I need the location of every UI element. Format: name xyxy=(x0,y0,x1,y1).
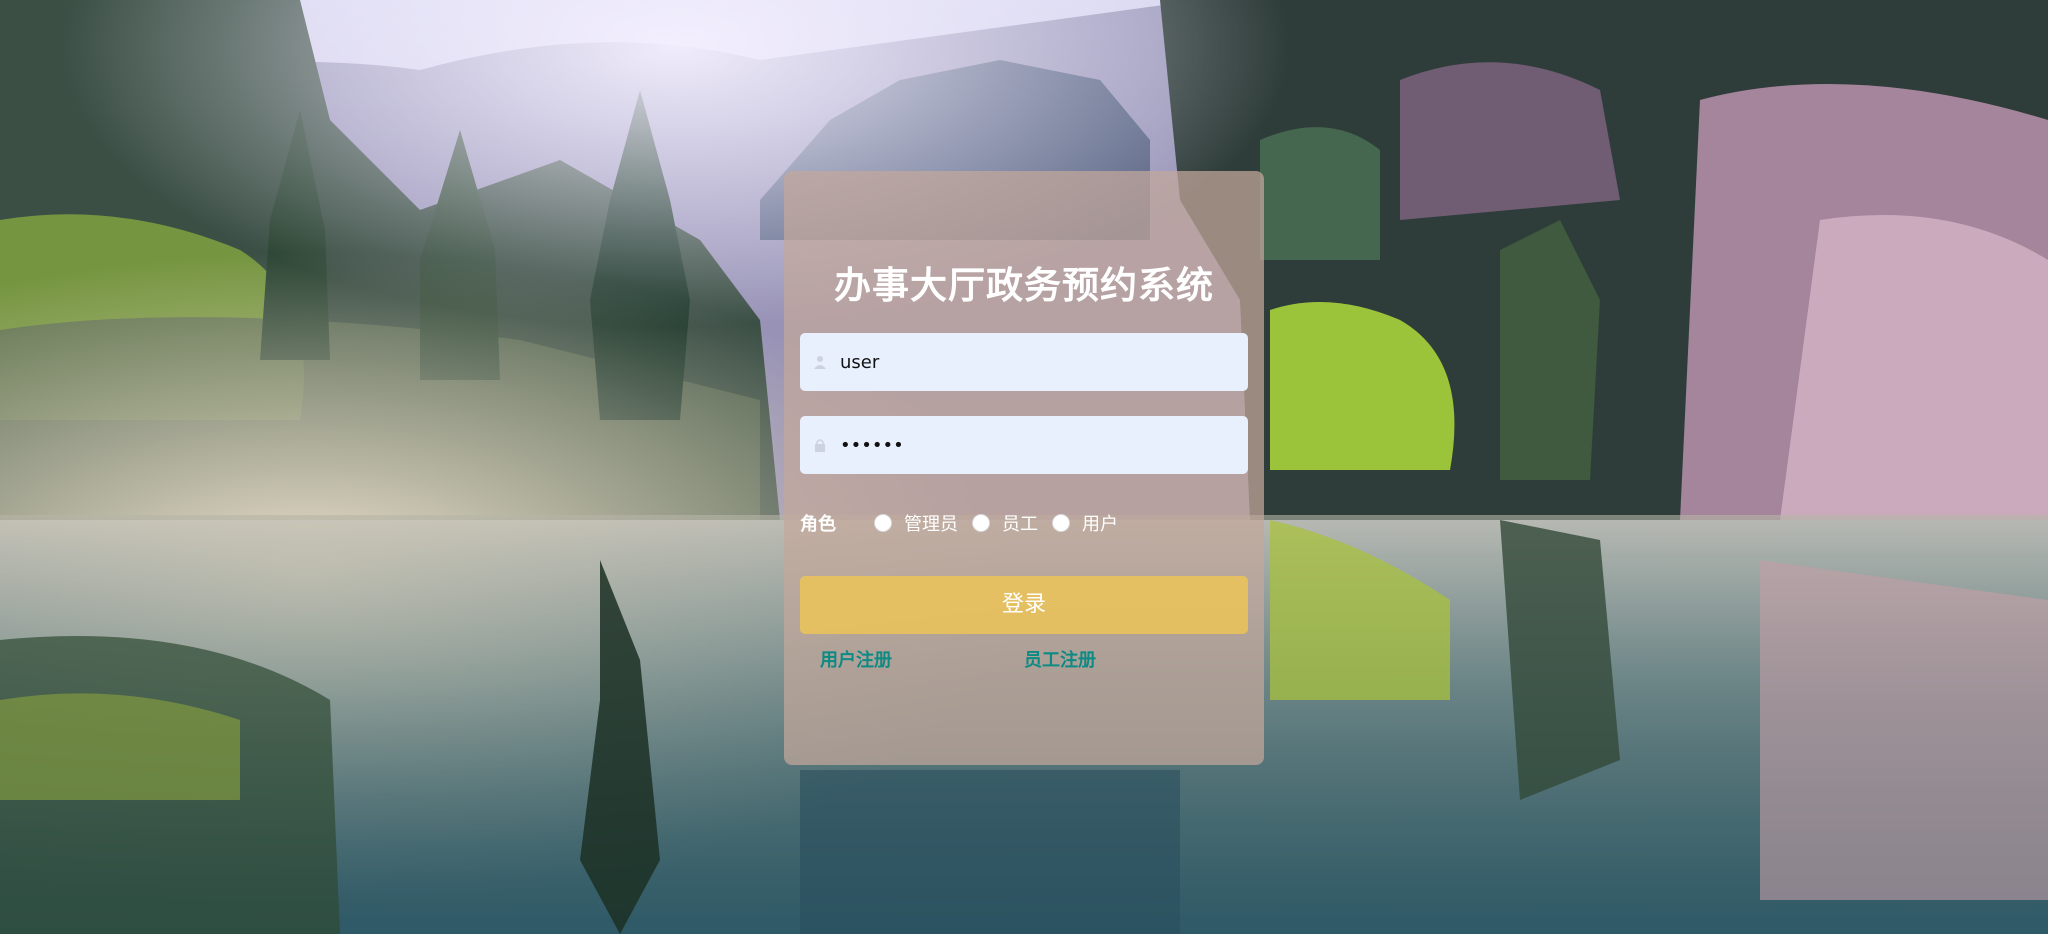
radio-admin[interactable] xyxy=(874,514,892,532)
role-option-label: 用户 xyxy=(1082,514,1118,535)
password-input[interactable] xyxy=(800,416,1248,474)
radio-user[interactable] xyxy=(1052,514,1070,532)
page-title: 办事大厅政务预约系统 xyxy=(834,264,1214,307)
username-field[interactable] xyxy=(800,333,1248,391)
role-option-admin[interactable]: 管理员 xyxy=(874,510,958,536)
role-selector: 角色 管理员 员工 用户 xyxy=(800,509,1248,537)
role-option-staff[interactable]: 员工 xyxy=(972,510,1038,536)
role-label: 角色 xyxy=(800,514,836,535)
staff-register-link[interactable]: 员工注册 xyxy=(1024,646,1096,672)
role-option-user[interactable]: 用户 xyxy=(1052,510,1118,536)
role-option-label: 员工 xyxy=(1002,514,1038,535)
user-register-link[interactable]: 用户注册 xyxy=(820,646,892,672)
password-field[interactable] xyxy=(800,416,1248,474)
login-button[interactable]: 登录 xyxy=(800,576,1248,634)
radio-staff[interactable] xyxy=(972,514,990,532)
login-card: 办事大厅政务预约系统 角色 管理员 员工 用户 登录 用户注册 员工注册 xyxy=(784,171,1264,765)
role-option-label: 管理员 xyxy=(904,514,958,535)
username-input[interactable] xyxy=(800,333,1248,391)
